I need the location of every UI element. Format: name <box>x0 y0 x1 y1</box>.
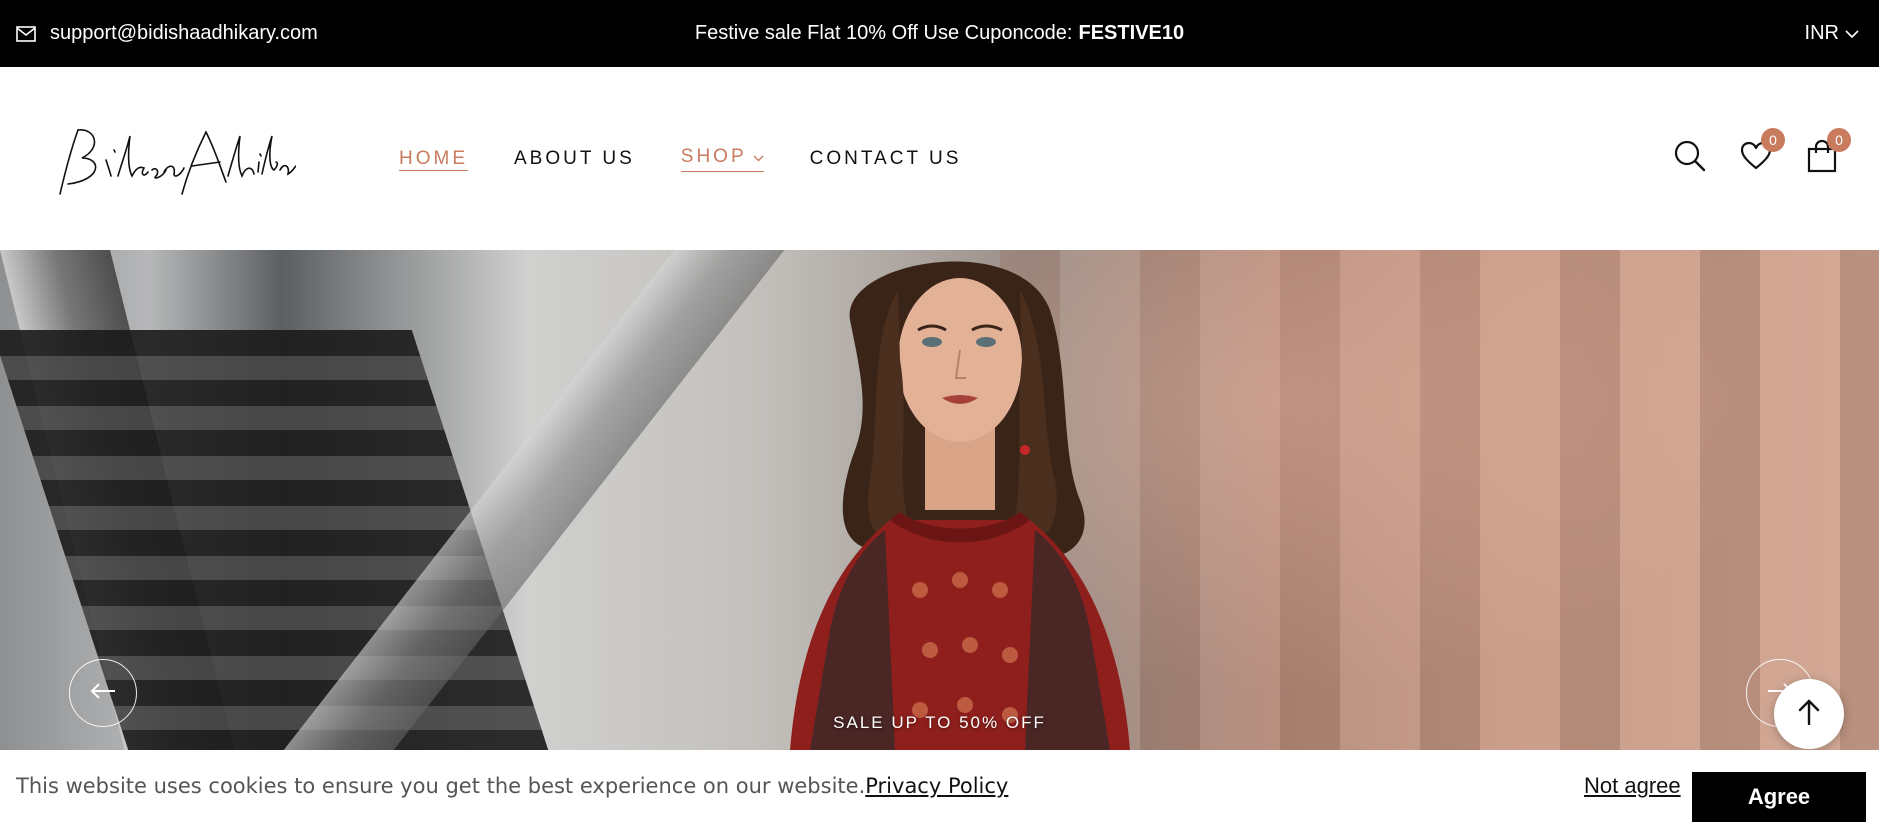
nav-home[interactable]: HOME <box>399 148 468 170</box>
chevron-down-icon <box>1845 22 1859 45</box>
cookie-consent-bar: This website uses cookies to ensure you … <box>0 750 1879 822</box>
cart-button[interactable]: 0 <box>1805 127 1851 176</box>
site-header: HOME ABOUT US SHOP CONTACT US 0 0 <box>0 67 1879 250</box>
nav-contact-us[interactable]: CONTACT US <box>810 148 962 170</box>
search-icon <box>1673 139 1707 178</box>
announcement-bar: support@bidishaadhikary.com Festive sale… <box>0 0 1879 67</box>
promo-text: Festive sale Flat 10% Off Use Cuponcode: <box>694 22 1073 44</box>
currency-label: INR <box>1804 22 1839 44</box>
search-button[interactable] <box>1673 139 1707 178</box>
nav-contact-us-label: CONTACT US <box>809 147 962 169</box>
nav-shop[interactable]: SHOP <box>680 145 764 172</box>
hero-model-image <box>790 261 1130 750</box>
mail-icon <box>16 25 36 42</box>
support-email-text[interactable]: support@bidishaadhikary.com <box>50 22 318 45</box>
nav-shop-label: SHOP <box>680 145 747 167</box>
cart-count-badge: 0 <box>1827 127 1851 152</box>
slider-prev-button[interactable] <box>69 659 137 727</box>
arrow-left-icon <box>90 682 116 705</box>
nav-about-us-label: ABOUT US <box>514 147 635 169</box>
agree-button[interactable]: Agree <box>1692 772 1866 822</box>
arrow-up-icon <box>1797 698 1821 730</box>
wishlist-count-badge: 0 <box>1761 127 1785 152</box>
hero-caption: SALE UP TO 50% OFF <box>833 713 1046 732</box>
currency-selector[interactable]: INR <box>1805 0 1859 67</box>
hero-slider: SALE UP TO 50% OFF <box>0 250 1879 750</box>
brand-logo[interactable] <box>56 122 297 202</box>
not-agree-button[interactable]: Not agree <box>1584 750 1681 822</box>
cookie-message-text: This website uses cookies to ensure you … <box>16 774 866 798</box>
chevron-down-icon <box>753 146 764 168</box>
support-email[interactable]: support@bidishaadhikary.com <box>16 0 318 67</box>
header-actions: 0 0 <box>1673 67 1851 250</box>
nav-home-label: HOME <box>399 147 468 169</box>
privacy-policy-link[interactable]: Privacy Policy <box>865 774 1008 798</box>
main-nav: HOME ABOUT US SHOP CONTACT US <box>399 67 1007 250</box>
nav-about-us[interactable]: ABOUT US <box>514 148 635 170</box>
scroll-to-top-button[interactable] <box>1774 679 1844 749</box>
cookie-message: This website uses cookies to ensure you … <box>16 750 1008 822</box>
wishlist-button[interactable]: 0 <box>1739 127 1785 176</box>
promo-code: FESTIVE10 <box>1078 22 1185 44</box>
